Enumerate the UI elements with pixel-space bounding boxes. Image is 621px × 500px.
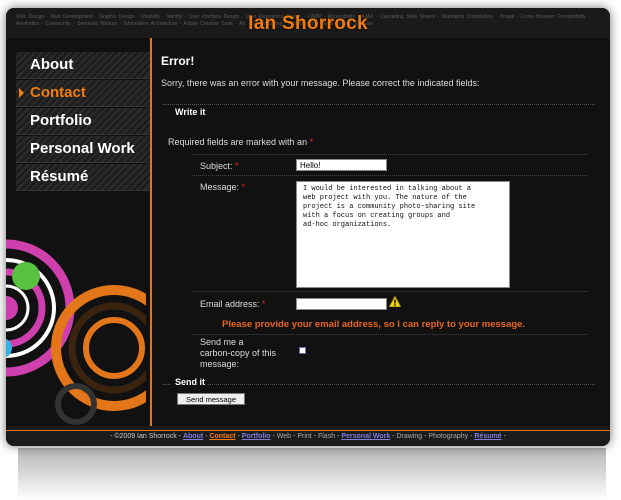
circle-art bbox=[6, 239, 146, 425]
footer-separator: - bbox=[293, 433, 296, 440]
required-asterisk: * bbox=[241, 182, 246, 192]
footer-separator: - bbox=[313, 433, 317, 440]
site-header: Web Design · Web Development · Graphic D… bbox=[6, 8, 610, 38]
required-note: Required fields are marked with an * bbox=[168, 137, 313, 147]
footer-separator: - bbox=[424, 433, 427, 440]
email-label-text: Email address: bbox=[200, 299, 260, 309]
footer-separator: - bbox=[392, 433, 395, 440]
message-textarea[interactable]: I would be interested in talking about a… bbox=[296, 181, 510, 288]
footer-divider bbox=[6, 430, 610, 431]
error-heading: Error! bbox=[161, 54, 195, 68]
write-legend: Write it bbox=[172, 107, 209, 117]
email-error-message: Please provide your email address, so I … bbox=[222, 319, 526, 330]
nav-item-contact[interactable]: Contact bbox=[16, 80, 150, 107]
footer-separator: - bbox=[337, 433, 340, 440]
footer-separator: - bbox=[470, 433, 473, 440]
nav-item-label: Résumé bbox=[30, 168, 89, 185]
footer-link-contact[interactable]: Contact bbox=[209, 433, 235, 440]
divider-line bbox=[150, 38, 152, 426]
required-asterisk: * bbox=[262, 299, 266, 309]
row-separator bbox=[192, 334, 587, 335]
cc-checkbox[interactable] bbox=[299, 347, 306, 354]
email-input[interactable] bbox=[296, 298, 387, 310]
cc-label-line: Send me a bbox=[200, 337, 244, 347]
nav-item-about[interactable]: About bbox=[16, 52, 150, 79]
subject-label-text: Subject: bbox=[200, 161, 233, 171]
email-label: Email address: * bbox=[200, 299, 266, 309]
site-footer: - ©2009 Ian Shorrock - About - Contact -… bbox=[6, 433, 610, 440]
required-asterisk: * bbox=[309, 137, 314, 147]
send-message-button[interactable]: Send message bbox=[177, 393, 245, 405]
message-label-text: Message: bbox=[200, 182, 240, 192]
row-separator bbox=[192, 175, 587, 176]
page-frame: Web Design · Web Development · Graphic D… bbox=[6, 8, 610, 446]
site-title[interactable]: Ian Shorrock bbox=[6, 13, 610, 35]
subject-input[interactable]: Hello! bbox=[296, 159, 387, 171]
message-label: Message: * bbox=[200, 182, 245, 192]
nav-item-label: Portfolio bbox=[30, 112, 92, 129]
error-message: Sorry, there was an error with your mess… bbox=[161, 78, 480, 88]
cc-label: Send me a carbon-copy of this message: bbox=[200, 337, 276, 370]
screen: Web Design · Web Development · Graphic D… bbox=[0, 0, 621, 500]
footer-separator: - bbox=[272, 433, 275, 440]
cc-label-line: message: bbox=[200, 359, 240, 369]
warning-icon bbox=[389, 296, 401, 307]
cc-label-line: carbon-copy of this bbox=[200, 348, 277, 358]
required-note-text: Required fields are marked with an bbox=[168, 137, 308, 147]
footer-link-about[interactable]: About bbox=[183, 433, 203, 440]
footer-link-web[interactable]: Web bbox=[277, 433, 291, 440]
main-nav: About Contact Portfolio Personal Work Ré… bbox=[16, 52, 150, 192]
footer-separator: - bbox=[503, 433, 506, 440]
footer-separator: - bbox=[205, 433, 208, 440]
nav-item-label: Personal Work bbox=[30, 140, 135, 157]
nav-item-portfolio[interactable]: Portfolio bbox=[16, 108, 150, 135]
send-legend: Send it bbox=[172, 377, 209, 387]
footer-separator: - bbox=[237, 433, 240, 440]
active-arrow-icon bbox=[19, 88, 24, 98]
row-separator bbox=[192, 291, 587, 292]
footer-link-photography[interactable]: Photography bbox=[428, 433, 468, 440]
footer-link-print[interactable]: Print bbox=[297, 433, 311, 440]
footer-link-flash[interactable]: Flash bbox=[318, 433, 335, 440]
nav-item-label: Contact bbox=[30, 84, 86, 101]
frame-reflection bbox=[18, 448, 606, 500]
nav-item-resume[interactable]: Résumé bbox=[16, 164, 150, 191]
footer-copyright: - ©2009 Ian Shorrock - bbox=[110, 433, 182, 440]
required-asterisk: * bbox=[235, 161, 239, 171]
subject-label: Subject: * bbox=[200, 161, 239, 171]
footer-link-portfolio[interactable]: Portfolio bbox=[242, 433, 271, 440]
row-separator bbox=[192, 154, 587, 155]
footer-link-personal-work[interactable]: Personal Work bbox=[341, 433, 390, 440]
nav-item-label: About bbox=[30, 56, 74, 73]
nav-item-personal-work[interactable]: Personal Work bbox=[16, 136, 150, 163]
footer-link-drawing[interactable]: Drawing bbox=[396, 433, 422, 440]
footer-link-resume[interactable]: Résumé bbox=[474, 433, 501, 440]
